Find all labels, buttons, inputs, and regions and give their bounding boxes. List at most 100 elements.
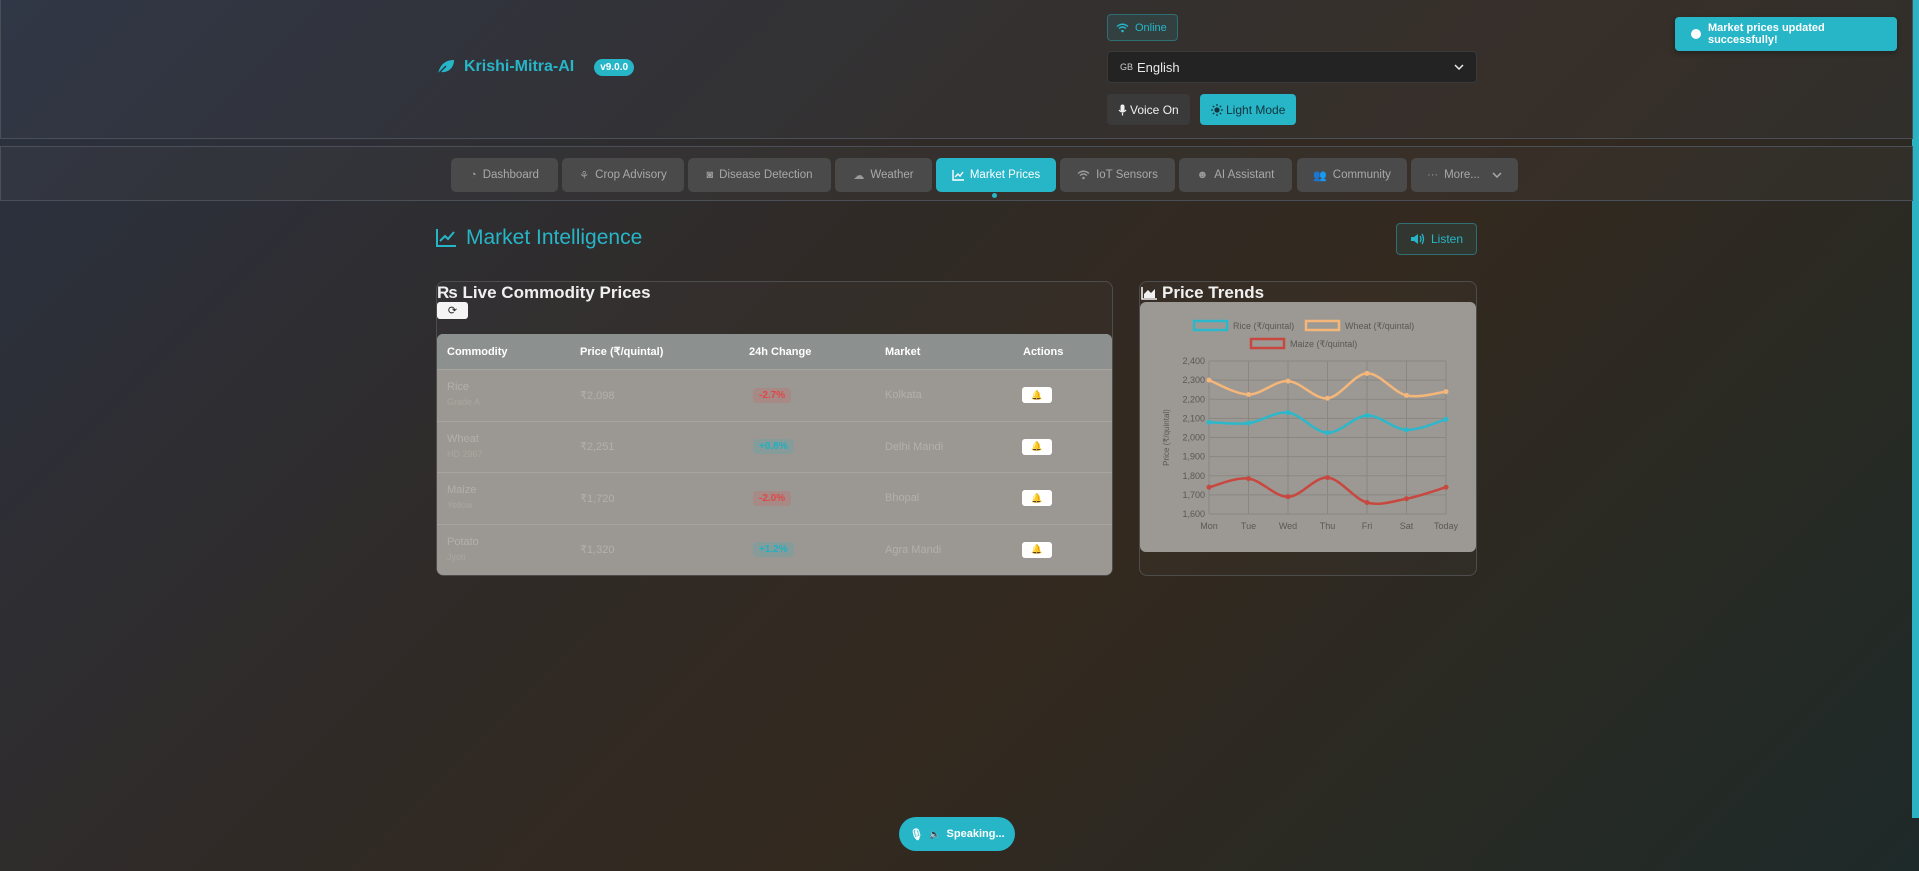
toast-message: Market prices updated successfully! (1707, 22, 1825, 46)
commodity-name: Wheat (447, 432, 479, 445)
y-tick-label: 2,300 (1182, 375, 1205, 385)
chevron-down-icon (1454, 64, 1464, 70)
commodity-name: Rice (447, 381, 470, 393)
data-point (1285, 378, 1291, 384)
commodity-variety: Jyoti (447, 551, 466, 562)
check-circle-icon (1691, 29, 1701, 39)
tab-market-prices[interactable]: Market Prices (936, 158, 1056, 192)
x-tick-label: Mon (1200, 521, 1218, 531)
x-tick-label: Wed (1279, 521, 1297, 531)
data-point (1285, 410, 1291, 416)
data-point (1364, 500, 1370, 506)
data-point (1443, 389, 1449, 395)
tab-label: AI Assistant (1214, 169, 1275, 181)
light-mode-label: Light Mode (1226, 102, 1286, 117)
y-tick-label: 2,100 (1182, 413, 1205, 423)
tab-dashboard[interactable]: ◔ Dashboard (451, 158, 558, 192)
alert-button[interactable]: 🔔 (1022, 387, 1052, 404)
x-tick-label: Tue (1241, 521, 1256, 531)
table-row[interactable]: Potato Jyoti ₹1,320 +1.2% Agra Mandi 🔔 (437, 523, 1112, 576)
legend-swatch (1249, 337, 1286, 350)
change-badge: +0.8% (753, 439, 794, 455)
light-mode-button[interactable]: Light Mode (1200, 94, 1297, 125)
price-trends-title-text: Price Trends (1162, 283, 1265, 302)
bell-icon: 🔔 (1031, 492, 1043, 503)
tab-label: Market Prices (969, 169, 1041, 181)
page-title-text: Market Intelligence (466, 226, 643, 249)
tab-more[interactable]: ··· More... (1411, 158, 1518, 192)
market-cell: Agra Mandi (885, 543, 942, 556)
data-point (1325, 475, 1330, 481)
alert-button[interactable]: 🔔 (1022, 490, 1052, 507)
tab-community[interactable]: 👥 Community (1297, 158, 1407, 192)
listen-button[interactable]: Listen (1396, 223, 1477, 255)
bell-icon: 🔔 (1031, 544, 1043, 555)
chart-area-icon (1141, 286, 1157, 300)
tab-crop-advisory[interactable]: ⚘ Crop Advisory (562, 158, 684, 192)
main-nav: ◔ Dashboard ⚘ Crop Advisory ◙ Disease De… (0, 146, 1913, 201)
alert-button[interactable]: 🔔 (1022, 438, 1052, 455)
refresh-icon: ⟳ (447, 305, 458, 317)
tab-label: Dashboard (482, 169, 539, 181)
online-status: Online (1107, 14, 1178, 41)
scrollbar[interactable] (1912, 0, 1919, 818)
x-tick-label: Thu (1320, 521, 1336, 531)
commodity-cell: Rice Grade A (447, 381, 480, 407)
brand[interactable]: Krishi-Mitra-AI v9.0.0 (436, 58, 635, 76)
data-point (1285, 494, 1291, 500)
ellipsis-icon: ··· (1427, 169, 1439, 181)
col-commodity: Commodity (447, 345, 508, 358)
wifi-icon (1116, 23, 1129, 32)
tab-ai-assistant[interactable]: ☻ AI Assistant (1179, 158, 1292, 192)
voice-toggle-button[interactable]: Voice On (1107, 94, 1190, 125)
table-row[interactable]: Rice Grade A ₹2,098 -2.7% Kolkata 🔔 (437, 369, 1112, 421)
price-cell: ₹2,251 (580, 441, 615, 454)
microphone-icon (1118, 104, 1127, 115)
chevron-down-icon (1492, 172, 1502, 178)
wifi-icon (1077, 170, 1090, 180)
voice-label: Voice On (1130, 102, 1179, 117)
data-point (1364, 370, 1370, 376)
col-market: Market (885, 345, 921, 358)
line-chart: 1,600 1,700 1,800 1,900 2,000 2,100 2,200 2,300… (1162, 319, 1459, 531)
tab-iot-sensors[interactable]: IoT Sensors (1060, 158, 1175, 192)
table-row[interactable]: Wheat HD 2967 ₹2,251 +0.8% Delhi Mandi 🔔 (437, 420, 1112, 473)
change-badge: +1.2% (753, 542, 794, 558)
y-tick-label: 2,400 (1182, 356, 1205, 366)
tab-label: More... (1444, 169, 1480, 181)
x-tick-label: Fri (1362, 521, 1373, 531)
commodity-name: Maize (447, 484, 477, 496)
market-cell: Delhi Mandi (885, 440, 944, 453)
alert-button[interactable]: 🔔 (1022, 541, 1052, 558)
success-toast[interactable]: Market prices updated successfully! (1675, 17, 1897, 51)
volume-icon (1410, 233, 1425, 245)
data-point (1206, 484, 1212, 490)
data-point (1443, 484, 1449, 490)
speaking-label: Speaking... (946, 828, 1005, 840)
col-change: 24h Change (749, 345, 812, 358)
data-point (1404, 427, 1409, 433)
robot-icon: ☻ (1196, 169, 1209, 181)
change-badge: -2.7% (753, 387, 792, 403)
speaking-indicator[interactable]: 🎙 🔈 Speaking... (899, 817, 1015, 851)
tab-label: Disease Detection (719, 169, 813, 181)
active-tab-indicator (992, 193, 997, 198)
chart-line-icon (436, 229, 456, 247)
commodity-variety: HD 2967 (447, 448, 483, 459)
x-tick-label: Today (1434, 521, 1459, 531)
y-tick-label: 2,200 (1182, 394, 1205, 404)
price-cell: ₹2,098 (580, 389, 615, 402)
col-actions: Actions (1023, 345, 1064, 358)
language-select[interactable]: GB English (1107, 51, 1477, 83)
table-row[interactable]: Maize Yellow ₹1,720 -2.0% Bhopal 🔔 (437, 472, 1112, 524)
price-trends-chart: 1,600 1,700 1,800 1,900 2,000 2,100 2,200 2,300… (1140, 302, 1476, 552)
table-header: Commodity Price (₹/quintal) 24h Change M… (437, 334, 1112, 369)
data-point (1206, 377, 1212, 383)
change-badge: -2.0% (753, 490, 792, 506)
tab-disease-detection[interactable]: ◙ Disease Detection (688, 158, 831, 192)
bell-icon: 🔔 (1031, 389, 1043, 400)
legend-swatch (1304, 319, 1341, 332)
refresh-button[interactable]: ⟳ (437, 302, 468, 319)
gauge-icon: ◔ (470, 169, 477, 181)
tab-weather[interactable]: ☁ Weather (835, 158, 932, 192)
